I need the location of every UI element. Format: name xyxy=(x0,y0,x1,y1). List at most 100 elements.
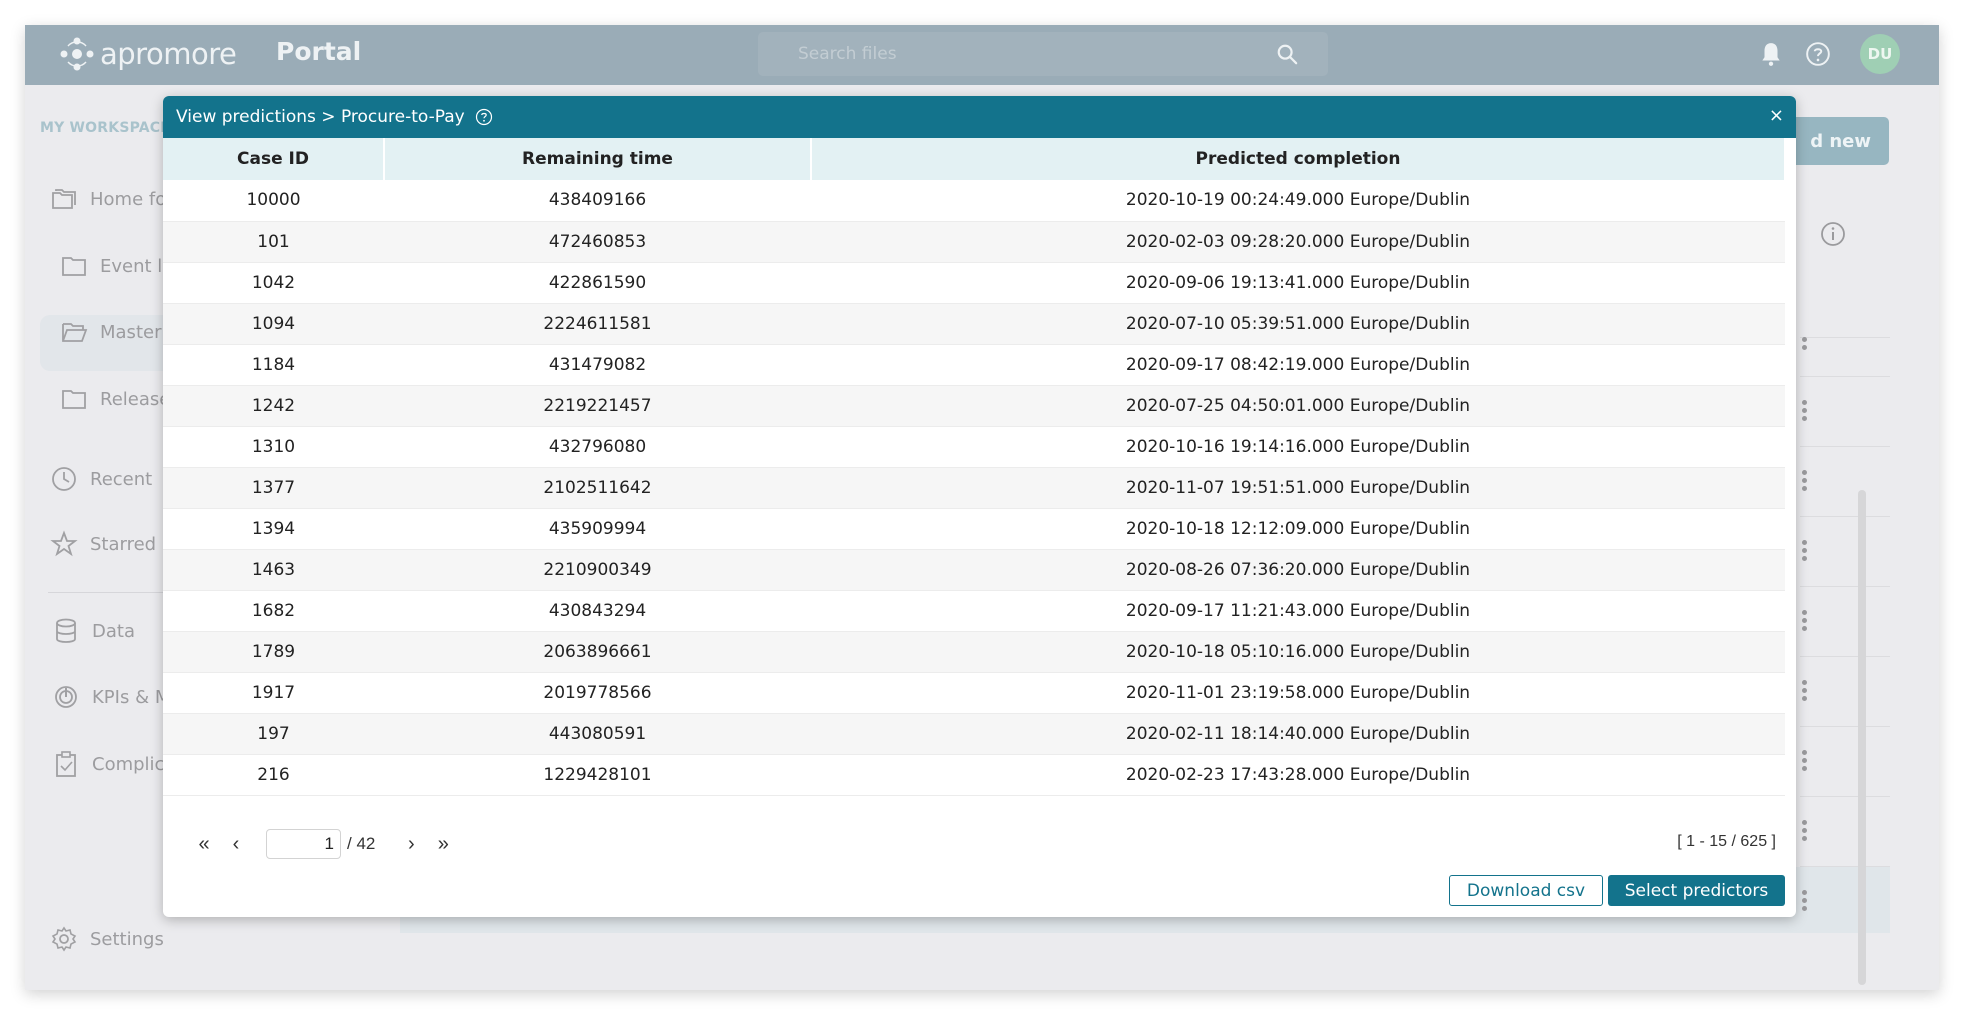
background-scrollbar[interactable] xyxy=(1858,490,1866,985)
more-options-icon[interactable] xyxy=(1802,610,1808,632)
table-row[interactable]: 1917 2019778566 2020-11-01 23:19:58.000 Eu… xyxy=(163,672,1785,714)
info-icon[interactable] xyxy=(1820,221,1846,247)
cell-remaining-time: 472460853 xyxy=(384,221,811,263)
more-options-icon[interactable] xyxy=(1802,680,1808,702)
cell-remaining-time: 443080591 xyxy=(384,713,811,755)
cell-remaining-time: 422861590 xyxy=(384,262,811,304)
search-input[interactable] xyxy=(798,32,1238,76)
table-row[interactable]: 1042 422861590 2020-09-06 19:13:41.000 Eur… xyxy=(163,262,1785,304)
cell-remaining-time: 2102511642 xyxy=(384,467,811,509)
column-header-predicted-completion[interactable]: Predicted completion xyxy=(811,138,1786,180)
more-options-icon[interactable] xyxy=(1802,400,1808,422)
sidebar-item-data[interactable]: Data xyxy=(52,617,135,645)
select-predictors-button[interactable]: Select predictors xyxy=(1608,875,1785,906)
more-options-icon[interactable] xyxy=(1802,540,1808,562)
cell-case-id: 1917 xyxy=(163,672,384,714)
add-new-button[interactable]: d new xyxy=(1785,117,1889,165)
prev-page-button[interactable]: ‹ xyxy=(220,833,252,856)
more-options-icon[interactable] xyxy=(1802,890,1808,912)
table-row[interactable]: 1242 2219221457 2020-07-25 04:50:01.000 Eu… xyxy=(163,385,1785,427)
sidebar-item-recent[interactable]: Recent xyxy=(50,465,152,493)
cell-case-id: 1682 xyxy=(163,590,384,632)
row-divider xyxy=(1800,866,1890,867)
sidebar-item-starred[interactable]: Starred xyxy=(50,530,156,558)
page-number-input[interactable] xyxy=(266,829,341,859)
gear-icon xyxy=(51,926,77,952)
table-row[interactable]: 1184 431479082 2020-09-17 08:42:19.000 Eur… xyxy=(163,344,1785,386)
cell-predicted-completion: 2020-10-18 05:10:16.000 Europe/Dublin xyxy=(811,631,1785,673)
table-header-row: Case ID Remaining time Predicted complet… xyxy=(163,138,1786,180)
view-predictions-dialog: View predictions > Procure-to-Pay × Case… xyxy=(163,96,1796,917)
database-icon xyxy=(56,618,76,643)
sidebar-folder-home[interactable]: Home fo xyxy=(50,185,166,213)
column-header-remaining-time[interactable]: Remaining time xyxy=(384,138,812,180)
sidebar-folder-event-logs[interactable]: Event lo xyxy=(60,252,173,280)
cell-predicted-completion: 2020-10-19 00:24:49.000 Europe/Dublin xyxy=(811,180,1785,222)
table-row[interactable]: 1094 2224611581 2020-07-10 05:39:51.000 Eu… xyxy=(163,303,1785,345)
close-button[interactable]: × xyxy=(1769,105,1784,127)
cell-predicted-completion: 2020-09-17 11:21:43.000 Europe/Dublin xyxy=(811,590,1785,632)
column-header-case-id[interactable]: Case ID xyxy=(163,138,385,180)
cell-remaining-time: 430843294 xyxy=(384,590,811,632)
cell-predicted-completion: 2020-07-25 04:50:01.000 Europe/Dublin xyxy=(811,385,1785,427)
folder-icon xyxy=(62,257,86,276)
first-page-button[interactable]: « xyxy=(188,833,220,856)
table-row[interactable]: 1310 432796080 2020-10-16 19:14:16.000 Eur… xyxy=(163,426,1785,468)
more-options-icon[interactable] xyxy=(1802,750,1808,772)
more-options-icon[interactable] xyxy=(1802,820,1808,842)
cell-predicted-completion: 2020-09-06 19:13:41.000 Europe/Dublin xyxy=(811,262,1785,304)
row-range-label: [ 1 - 15 / 625 ] xyxy=(1677,833,1776,850)
row-divider xyxy=(1800,376,1890,377)
sidebar-item-label: Recent xyxy=(90,468,153,490)
cell-remaining-time: 2224611581 xyxy=(384,303,811,345)
cell-predicted-completion: 2020-02-11 18:14:40.000 Europe/Dublin xyxy=(811,713,1785,755)
apromore-logo-icon xyxy=(60,37,94,71)
download-csv-button[interactable]: Download csv xyxy=(1449,875,1603,906)
table-row[interactable]: 216 1229428101 2020-02-23 17:43:28.000 Eur… xyxy=(163,754,1785,796)
row-divider xyxy=(1800,516,1890,517)
table-row[interactable]: 1394 435909994 2020-10-18 12:12:09.000 Eur… xyxy=(163,508,1785,550)
table-row[interactable]: 10000 438409166 2020-10-19 00:24:49.000 Eu… xyxy=(163,180,1785,222)
folder-open-icon xyxy=(62,323,88,342)
table-row[interactable]: 101 472460853 2020-02-03 09:28:20.000 Euro… xyxy=(163,221,1785,263)
clock-icon xyxy=(52,467,76,491)
more-options-icon[interactable] xyxy=(1802,337,1808,359)
cell-remaining-time: 2063896661 xyxy=(384,631,811,673)
sidebar-item-label: Data xyxy=(92,620,135,642)
sidebar-item-compliance[interactable]: Complic xyxy=(52,750,164,778)
sidebar-folder-release[interactable]: Release xyxy=(60,385,170,413)
help-icon[interactable] xyxy=(475,108,493,126)
table-row[interactable]: 1789 2063896661 2020-10-18 05:10:16.000 Eu… xyxy=(163,631,1785,673)
last-page-button[interactable]: » xyxy=(427,833,459,856)
row-divider xyxy=(1800,656,1890,657)
folder-icon xyxy=(62,390,86,409)
table-row[interactable]: 197 443080591 2020-02-11 18:14:40.000 Euro… xyxy=(163,713,1785,755)
more-options-icon[interactable] xyxy=(1802,470,1808,492)
table-row[interactable]: 1463 2210900349 2020-08-26 07:36:20.000 Eu… xyxy=(163,549,1785,591)
portal-label: Portal xyxy=(276,37,362,66)
bell-icon[interactable] xyxy=(1758,41,1784,67)
cell-remaining-time: 438409166 xyxy=(384,180,811,222)
user-avatar[interactable]: DU xyxy=(1860,34,1900,74)
logo-text: apromore xyxy=(100,37,237,71)
pagination: « ‹ / 42 › » xyxy=(188,829,459,859)
total-pages-label: / 42 xyxy=(347,834,376,853)
help-icon[interactable] xyxy=(1805,41,1831,67)
search-box xyxy=(758,32,1328,76)
sidebar-folder-master[interactable]: Master xyxy=(60,318,161,346)
cell-predicted-completion: 2020-11-07 19:51:51.000 Europe/Dublin xyxy=(811,467,1785,509)
cell-case-id: 101 xyxy=(163,221,384,263)
table-row[interactable]: 1682 430843294 2020-09-17 11:21:43.000 Eur… xyxy=(163,590,1785,632)
search-icon[interactable] xyxy=(1276,43,1298,65)
sidebar-item-kpis[interactable]: KPIs & M xyxy=(52,683,170,711)
next-page-button[interactable]: › xyxy=(395,833,427,856)
cell-predicted-completion: 2020-11-01 23:19:58.000 Europe/Dublin xyxy=(811,672,1785,714)
logo[interactable]: apromore xyxy=(60,37,237,71)
dialog-title: View predictions > Procure-to-Pay xyxy=(176,107,465,127)
sidebar-item-settings[interactable]: Settings xyxy=(50,925,164,953)
cell-predicted-completion: 2020-02-03 09:28:20.000 Europe/Dublin xyxy=(811,221,1785,263)
predictions-table: Case ID Remaining time Predicted complet… xyxy=(163,138,1786,796)
table-row[interactable]: 1377 2102511642 2020-11-07 19:51:51.000 Eu… xyxy=(163,467,1785,509)
cell-case-id: 1394 xyxy=(163,508,384,550)
cell-remaining-time: 431479082 xyxy=(384,344,811,386)
